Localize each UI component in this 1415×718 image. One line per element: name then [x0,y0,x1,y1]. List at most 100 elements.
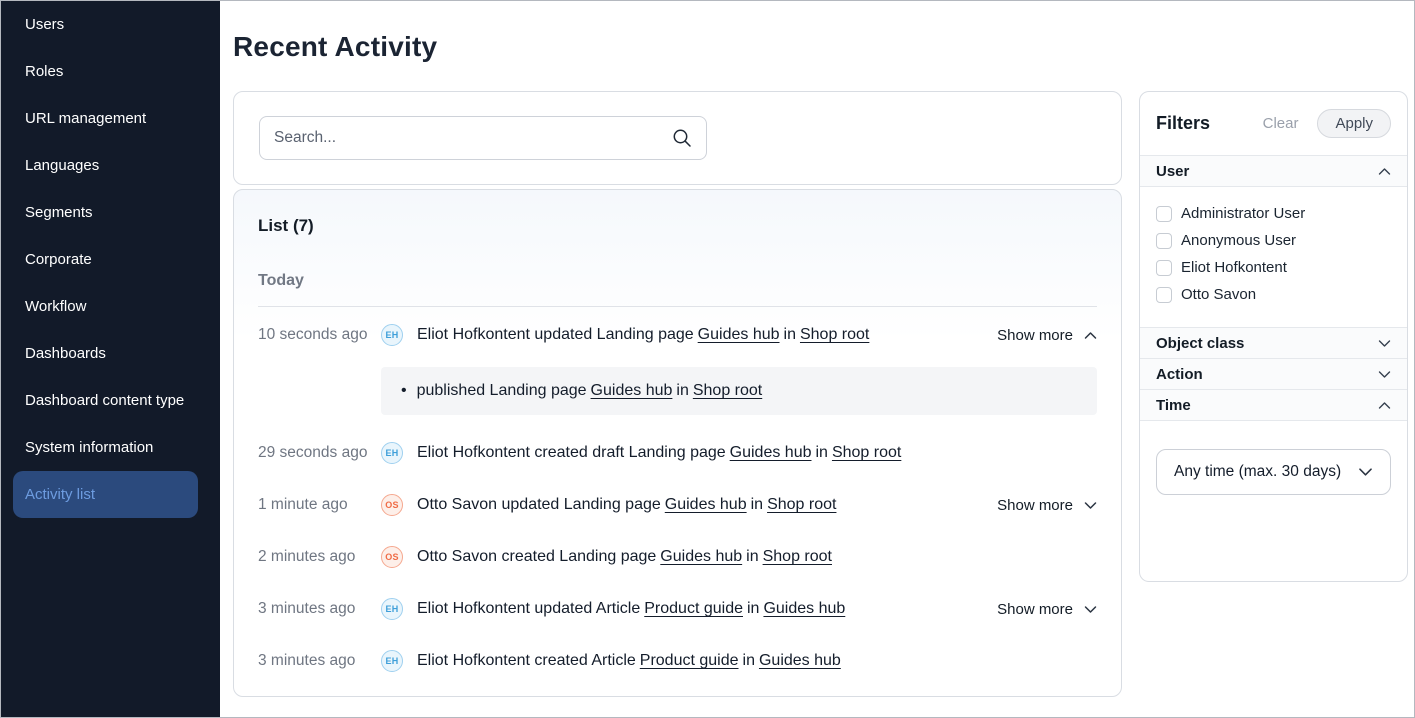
activity-timestamp: 1 minute ago [258,496,381,514]
checkbox-label: Administrator User [1181,205,1305,222]
apply-filters-button[interactable]: Apply [1317,109,1391,138]
sidebar-item-users[interactable]: Users [1,1,220,48]
search-icon[interactable] [671,127,693,149]
content-link[interactable]: Guides hub [665,496,747,513]
clear-filters-button[interactable]: Clear [1263,115,1299,132]
location-link[interactable]: Shop root [763,548,832,565]
filter-section-action[interactable]: Action [1140,358,1407,389]
sidebar-item-label: Users [25,16,64,33]
activity-timestamp: 3 minutes ago [258,600,381,618]
sidebar-item-corporate[interactable]: Corporate [1,236,220,283]
filters-header: Filters Clear Apply [1140,92,1407,155]
chevron-up-icon [1378,167,1391,176]
show-more-label: Show more [997,497,1073,514]
location-link[interactable]: Shop root [832,444,901,461]
search-input[interactable] [259,116,707,160]
sidebar-item-url-management[interactable]: URL management [1,95,220,142]
sidebar-item-dashboards[interactable]: Dashboards [1,330,220,377]
sidebar-item-label: URL management [25,110,146,127]
checkbox-label: Otto Savon [1181,286,1256,303]
activity-description: Otto Savon created Landing page [417,548,656,565]
activity-list-card: List (7) Today 10 seconds ago EH Eliot H… [233,189,1122,697]
filter-section-label: Object class [1156,335,1244,352]
location-link[interactable]: Guides hub [763,600,845,617]
filter-section-user[interactable]: User [1140,155,1407,186]
sidebar-item-segments[interactable]: Segments [1,189,220,236]
chevron-down-icon [1378,370,1391,379]
activity-connector: in [784,326,796,343]
page-title: Recent Activity [233,31,1414,63]
filter-section-object-class[interactable]: Object class [1140,327,1407,358]
sidebar-item-dashboard-content-type[interactable]: Dashboard content type [1,377,220,424]
activity-detail-item: •published Landing pageGuides hubinShop … [401,382,1077,400]
sidebar-item-label: Dashboards [25,345,106,362]
page: Users Roles URL management Languages Seg… [0,0,1415,718]
chevron-down-icon [1084,501,1097,510]
activity-timestamp: 3 minutes ago [258,652,381,670]
filter-section-time[interactable]: Time [1140,389,1407,420]
location-link[interactable]: Shop root [800,326,869,343]
activity-rows: 10 seconds ago EH Eliot Hofkontent updat… [258,307,1097,675]
user-checkbox[interactable] [1156,233,1172,249]
sidebar-item-label: Segments [25,204,93,221]
activity-connector: in [747,600,759,617]
show-more-button[interactable]: Show more [997,601,1097,618]
filters-title: Filters [1156,113,1263,134]
activity-row: 1 minute ago OS Otto Savon updated Landi… [258,491,1097,519]
location-link[interactable]: Shop root [693,382,762,399]
filter-section-label: Time [1156,397,1191,414]
user-checklist: Administrator User Anonymous User Eliot … [1140,187,1407,327]
filter-option: Administrator User [1156,205,1391,222]
search-card [233,91,1122,185]
activity-text: Eliot Hofkontent created ArticleProduct … [417,652,1097,670]
sidebar: Users Roles URL management Languages Seg… [1,1,220,717]
avatar: EH [381,650,403,672]
user-checkbox[interactable] [1156,287,1172,303]
activity-text: Otto Savon updated Landing pageGuides hu… [417,496,997,514]
filter-section-time-body: Any time (max. 30 days) [1140,420,1407,523]
activity-timestamp: 2 minutes ago [258,548,381,566]
activity-detail-panel: •published Landing pageGuides hubinShop … [381,367,1097,415]
show-more-button[interactable]: Show more [997,327,1097,344]
content-link[interactable]: Guides hub [660,548,742,565]
location-link[interactable]: Shop root [767,496,836,513]
activity-text: Eliot Hofkontent created draft Landing p… [417,444,1097,462]
content-link[interactable]: Guides hub [730,444,812,461]
activity-timestamp: 10 seconds ago [258,326,381,344]
checkbox-label: Anonymous User [1181,232,1296,249]
chevron-down-icon [1358,467,1373,477]
avatar: OS [381,494,403,516]
avatar: EH [381,324,403,346]
time-range-select[interactable]: Any time (max. 30 days) [1156,449,1391,495]
show-more-button[interactable]: Show more [997,497,1097,514]
sidebar-item-system-information[interactable]: System information [1,424,220,471]
activity-row: 3 minutes ago EH Eliot Hofkontent update… [258,595,1097,623]
activity-description: Eliot Hofkontent created Article [417,652,636,669]
user-checkbox[interactable] [1156,206,1172,222]
content-link[interactable]: Product guide [644,600,743,617]
activity-description: Eliot Hofkontent updated Landing page [417,326,694,343]
location-link[interactable]: Guides hub [759,652,841,669]
content-link[interactable]: Guides hub [591,382,673,399]
filter-option: Anonymous User [1156,232,1391,249]
time-range-value: Any time (max. 30 days) [1174,463,1341,481]
sidebar-item-label: Languages [25,157,99,174]
avatar: OS [381,546,403,568]
sidebar-item-label: Activity list [25,486,95,503]
sidebar-item-languages[interactable]: Languages [1,142,220,189]
filter-section-label: User [1156,163,1189,180]
sidebar-item-roles[interactable]: Roles [1,48,220,95]
activity-text: Otto Savon created Landing pageGuides hu… [417,548,1097,566]
sidebar-item-workflow[interactable]: Workflow [1,283,220,330]
activity-timestamp: 29 seconds ago [258,444,381,462]
filter-section-label: Action [1156,366,1203,383]
content-link[interactable]: Guides hub [698,326,780,343]
avatar: EH [381,598,403,620]
activity-description: Otto Savon updated Landing page [417,496,661,513]
content-link[interactable]: Product guide [640,652,739,669]
bullet: • [401,382,407,399]
user-checkbox[interactable] [1156,260,1172,276]
search-wrap [259,116,707,160]
sidebar-item-activity-list[interactable]: Activity list [13,471,198,518]
chevron-up-icon [1378,401,1391,410]
